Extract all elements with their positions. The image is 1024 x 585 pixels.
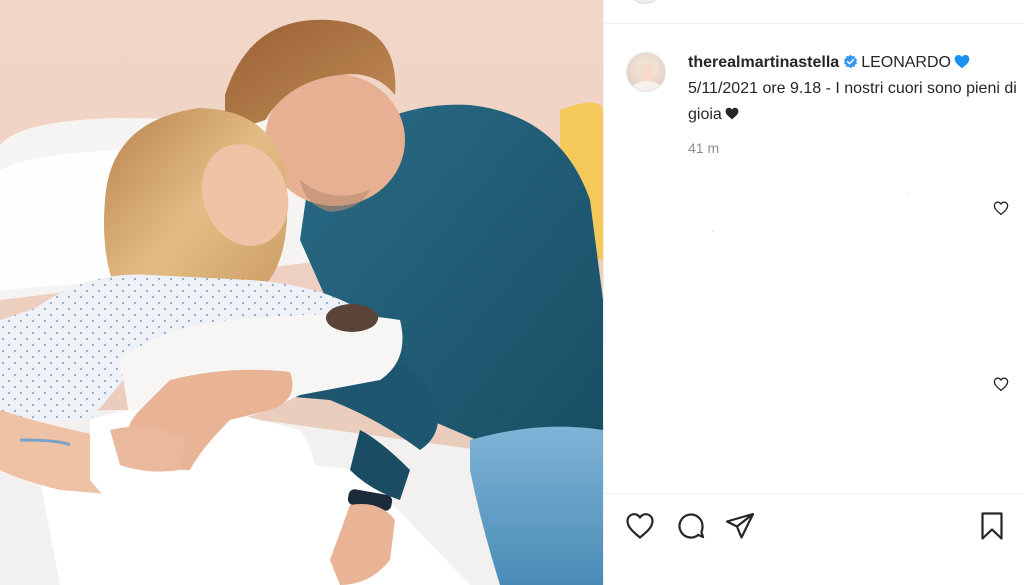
verified-badge-icon (844, 54, 858, 69)
actions-divider (604, 493, 1024, 494)
family-photo-illustration (0, 0, 603, 585)
avatar[interactable] (626, 52, 666, 92)
post-sidebar: therealmartinastella LEONARDO 5/11/2021 … (603, 0, 1024, 585)
bookmark-icon (981, 512, 1003, 540)
comment-like-icon[interactable] (993, 376, 1009, 392)
post-timestamp[interactable]: 41 m (688, 140, 719, 156)
header-avatar[interactable] (628, 0, 662, 4)
comment-bubble-icon (678, 513, 705, 539)
comment-button[interactable] (675, 510, 707, 542)
header-strip (604, 0, 1024, 24)
caption-text: therealmartinastella LEONARDO 5/11/2021 … (688, 50, 1018, 128)
heart-outline-icon (626, 513, 654, 539)
comment-like-icon[interactable] (993, 200, 1009, 216)
share-button[interactable] (724, 510, 756, 542)
comment-placeholder (712, 230, 714, 232)
caption-title: LEONARDO (861, 54, 951, 71)
blue-heart-icon (954, 54, 970, 69)
paper-plane-icon (725, 512, 755, 539)
like-button[interactable] (624, 510, 656, 542)
username-link[interactable]: therealmartinastella (688, 54, 839, 71)
black-heart-icon (725, 107, 739, 120)
save-button[interactable] (976, 510, 1008, 542)
comment-placeholder (908, 193, 910, 195)
post-photo[interactable] (0, 0, 603, 585)
